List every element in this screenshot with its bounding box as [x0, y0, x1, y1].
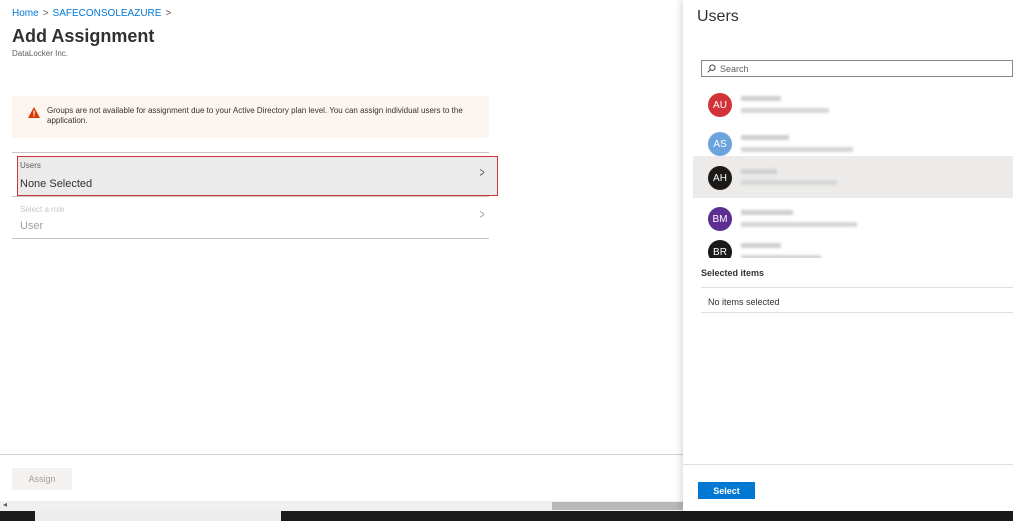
search-icon — [707, 64, 716, 73]
page-title: Add Assignment — [12, 26, 155, 46]
user-item-selected[interactable]: AH — [693, 156, 1013, 198]
avatar: AS — [708, 132, 732, 156]
avatar: AU — [708, 93, 732, 117]
role-value: User — [20, 220, 44, 232]
breadcrumb: Home > SAFECONSOLEAZURE > — [12, 8, 175, 19]
panel-footer: Select — [683, 464, 1013, 511]
search-box[interactable] — [701, 60, 1013, 77]
user-email-redacted — [741, 180, 837, 185]
selected-items-title: Selected items — [701, 268, 765, 278]
chevron-right-icon: > — [479, 164, 485, 180]
warning-text: Groups are not available for assignment … — [47, 106, 463, 125]
role-selector[interactable]: Select a role User > — [12, 199, 489, 239]
users-selector[interactable]: Users None Selected > — [12, 152, 498, 197]
panel-title: Users — [697, 8, 739, 25]
users-panel: Users AU AS AH BM BR — [683, 0, 1013, 511]
user-name-redacted — [741, 169, 777, 174]
users-value: None Selected — [20, 178, 93, 190]
scrollbar-thumb[interactable] — [552, 502, 683, 510]
selected-items-list: No items selected — [701, 287, 1013, 313]
scroll-left-icon[interactable]: ◂ — [3, 500, 7, 509]
user-email-redacted — [741, 255, 821, 258]
warning-icon — [28, 107, 40, 118]
search-input[interactable] — [720, 63, 1000, 74]
breadcrumb-app[interactable]: SAFECONSOLEAZURE — [53, 8, 162, 19]
select-button[interactable]: Select — [698, 482, 755, 499]
user-item[interactable]: AU — [693, 84, 1013, 126]
user-name-redacted — [741, 243, 781, 248]
avatar: AH — [708, 166, 732, 190]
taskbar — [0, 511, 1013, 521]
avatar: BM — [708, 207, 732, 231]
user-name-redacted — [741, 210, 793, 215]
user-list[interactable]: AU AS AH BM BR — [693, 84, 1013, 258]
breadcrumb-separator: > — [42, 8, 49, 19]
warning-banner: Groups are not available for assignment … — [12, 96, 489, 138]
add-assignment-pane: Home > SAFECONSOLEAZURE > Add Assignment Da… — [0, 0, 683, 511]
footer-bar: Assign — [0, 454, 683, 501]
horizontal-scrollbar[interactable]: ◂ — [0, 500, 683, 511]
assign-button[interactable]: Assign — [12, 468, 72, 490]
user-email-redacted — [741, 147, 853, 152]
user-name-redacted — [741, 96, 781, 101]
avatar: BR — [708, 240, 732, 258]
breadcrumb-separator: > — [165, 8, 172, 19]
user-name-redacted — [741, 135, 789, 140]
role-label: Select a role — [20, 205, 65, 214]
users-selector-highlight[interactable] — [17, 156, 498, 196]
breadcrumb-home[interactable]: Home — [12, 8, 39, 19]
user-item[interactable]: BR — [693, 231, 1013, 258]
user-email-redacted — [741, 108, 829, 113]
page-subtitle: DataLocker Inc. — [12, 49, 69, 58]
users-label: Users — [20, 161, 41, 170]
chevron-right-icon: > — [479, 206, 485, 222]
user-email-redacted — [741, 222, 857, 227]
taskbar-item[interactable] — [35, 511, 281, 521]
